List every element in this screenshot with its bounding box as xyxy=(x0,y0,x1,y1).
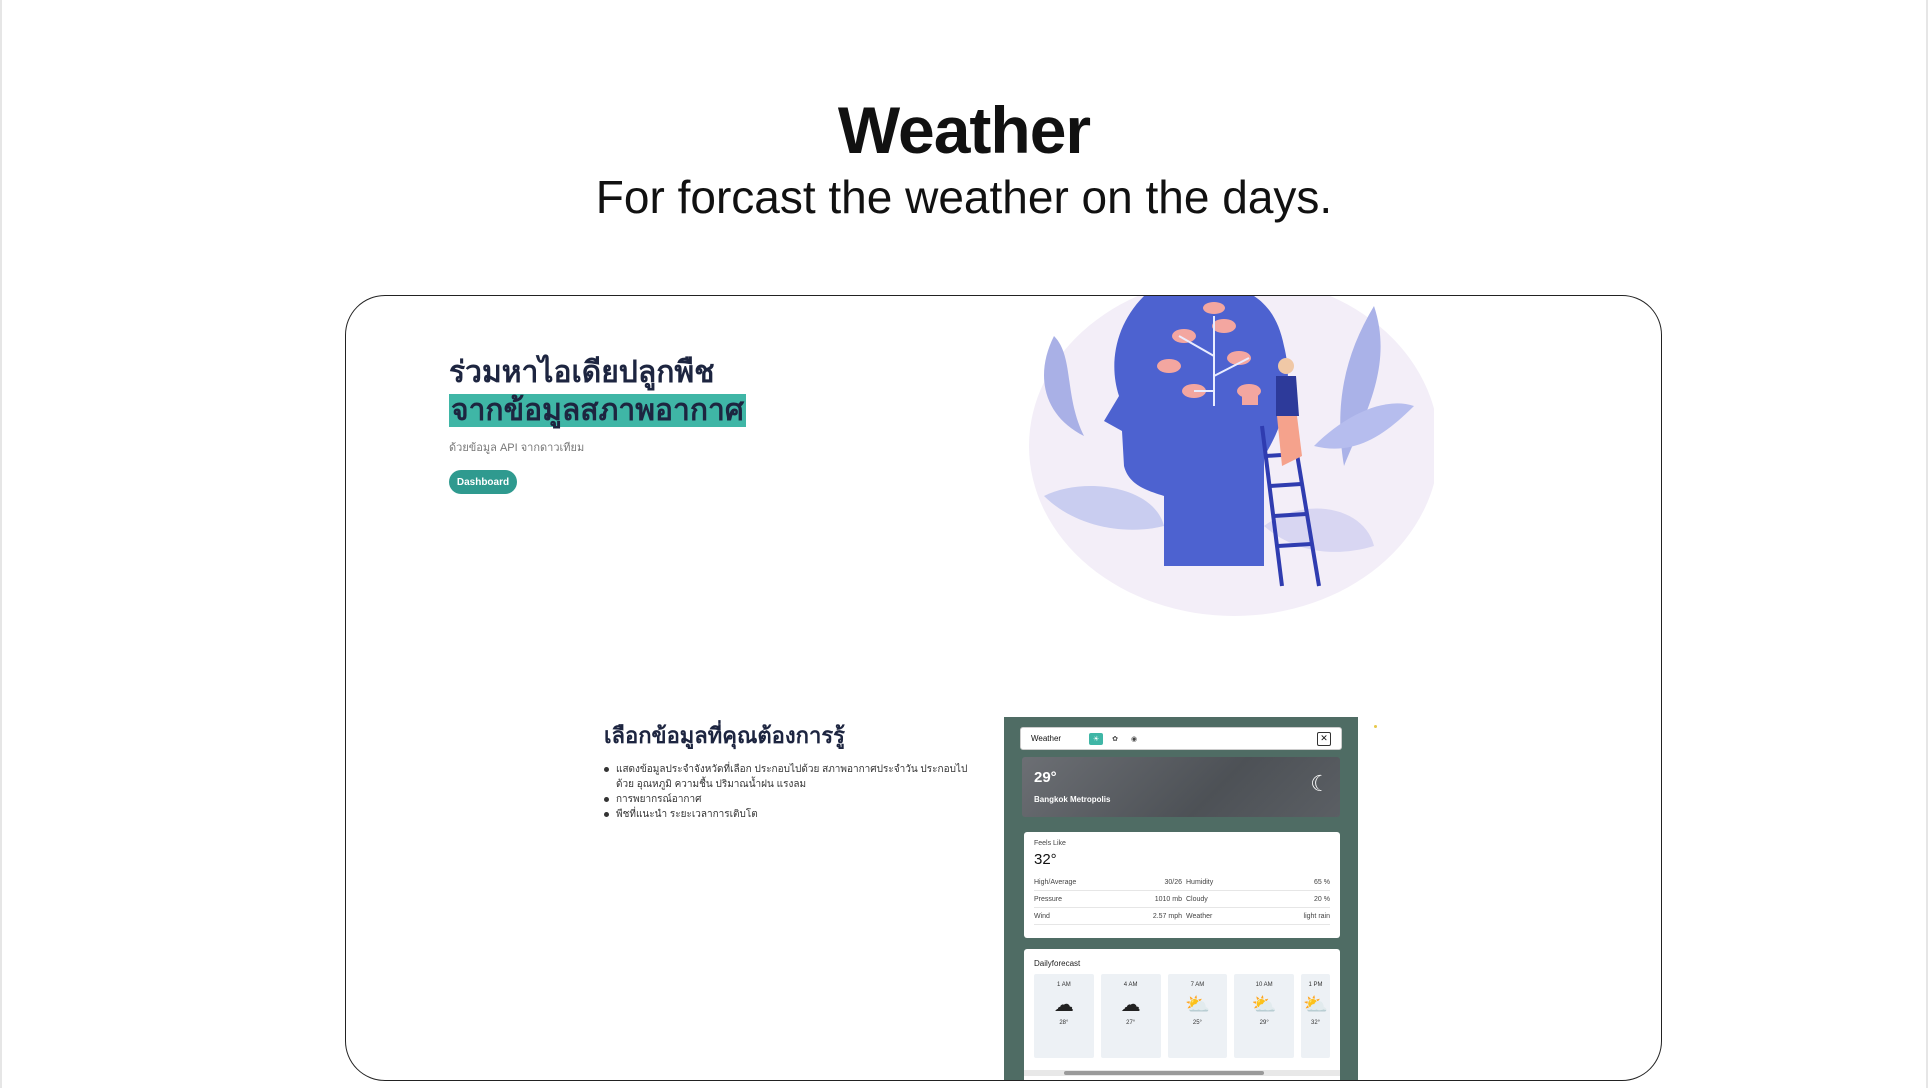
feature-item: การพยากรณ์อากาศ xyxy=(604,792,974,807)
detail-label: Wind xyxy=(1034,912,1050,920)
feature-item: แสดงข้อมูลประจำจังหวัดที่เลือก ประกอบไปด… xyxy=(604,762,974,792)
forecast-temp: 29° xyxy=(1259,1020,1269,1026)
detail-value: 65 % xyxy=(1314,878,1330,886)
page: Weather For forcast the weather on the d… xyxy=(0,0,1928,1088)
plant-icon[interactable]: ✿ xyxy=(1108,732,1123,745)
headline-line1: ร่วมหาไอเดียปลูกพืช xyxy=(449,356,715,389)
detail-label: Cloudy xyxy=(1186,895,1208,903)
forecast-temp: 32° xyxy=(1310,1020,1321,1026)
features-list: แสดงข้อมูลประจำจังหวัดที่เลือก ประกอบไปด… xyxy=(604,762,974,822)
dashboard-button[interactable]: Dashboard xyxy=(449,470,517,494)
cloud-sun-icon: ⛅ xyxy=(1303,994,1328,1016)
forecast-hours[interactable]: 1 AM ☁ 28° 4 AM ☁ 27° 7 AM ⛅ 25° 10 AM ⛅… xyxy=(1034,974,1330,1058)
app-screenshot: Weather ☀ ✿ ◉ ✕ 29° Bangkok Metropolis ☾… xyxy=(1004,717,1358,1080)
app-nav-title: Weather xyxy=(1031,734,1062,743)
plant-head-illustration xyxy=(1029,296,1434,616)
current-weather-banner: 29° Bangkok Metropolis ☾ xyxy=(1022,757,1340,817)
close-icon[interactable]: ✕ xyxy=(1317,731,1331,746)
sun-icon[interactable]: ☀ xyxy=(1089,732,1104,745)
detail-value: 2.57 mph xyxy=(1152,912,1182,920)
detail-label: High/Average xyxy=(1034,878,1077,886)
cloud-moon-icon: ☁ xyxy=(1053,994,1074,1016)
city-name: Bangkok Metropolis xyxy=(1034,795,1111,804)
scrollbar-thumb[interactable] xyxy=(1064,1071,1264,1075)
detail-label: Pressure xyxy=(1034,895,1063,903)
cloud-sun-icon: ⛅ xyxy=(1184,994,1210,1016)
horizontal-scrollbar[interactable] xyxy=(1024,1070,1340,1076)
detail-value: light rain xyxy=(1303,912,1330,920)
details-card: Feels Like 32° High/Average 30/26 Humidi… xyxy=(1024,832,1340,938)
landing-headline: ร่วมหาไอเดียปลูกพืช จากข้อมูลสภาพอากาศ xyxy=(449,354,746,430)
detail-value: 1010 mb xyxy=(1154,895,1182,903)
cloud-sun-icon: ⛅ xyxy=(1251,994,1277,1016)
landing-subtext: ด้วยข้อมูล API จากดาวเทียม xyxy=(449,442,585,454)
detail-value: 20 % xyxy=(1314,895,1330,903)
headline-line2: จากข้อมูลสภาพอากาศ xyxy=(449,394,746,427)
feels-like-value: 32° xyxy=(1034,851,1057,868)
daily-forecast-card: Dailyforecast 1 AM ☁ 28° 4 AM ☁ 27° 7 AM xyxy=(1024,949,1340,1080)
forecast-hour: 7 AM ⛅ 25° xyxy=(1167,974,1228,1058)
forecast-temp: 27° xyxy=(1126,1020,1136,1026)
detail-row: High/Average 30/26 Humidity 65 % xyxy=(1034,874,1330,891)
detail-row: Pressure 1010 mb Cloudy 20 % xyxy=(1034,891,1330,908)
forecast-time: 1 PM xyxy=(1308,982,1323,988)
detail-value: 30/26 xyxy=(1164,878,1182,886)
forecast-hour: 4 AM ☁ 27° xyxy=(1100,974,1161,1058)
forecast-title: Dailyforecast xyxy=(1034,959,1081,968)
feature-item: พืชที่แนะนำ ระยะเวลาการเติบโต xyxy=(604,807,974,822)
detail-label: Weather xyxy=(1186,912,1213,920)
forecast-time: 1 AM xyxy=(1057,982,1071,988)
forecast-time: 10 AM xyxy=(1255,982,1273,988)
night-rain-icon: ☾ xyxy=(1310,771,1330,796)
hero-subtitle: For forcast the weather on the days. xyxy=(595,171,1333,223)
forecast-time: 7 AM xyxy=(1190,982,1205,988)
decorative-dot xyxy=(1374,725,1377,728)
forecast-hour: 1 AM ☁ 28° xyxy=(1034,974,1094,1058)
detail-label: Humidity xyxy=(1186,878,1214,886)
forecast-temp: 28° xyxy=(1059,1020,1069,1026)
forecast-hour: 10 AM ⛅ 29° xyxy=(1234,974,1295,1058)
forecast-temp: 25° xyxy=(1192,1020,1202,1026)
features-title: เลือกข้อมูลที่คุณต้องการรู้ xyxy=(604,723,845,748)
feels-like-label: Feels Like xyxy=(1034,840,1066,847)
current-temp: 29° xyxy=(1034,769,1057,786)
hero-title: Weather xyxy=(837,93,1091,167)
cloud-moon-icon: ☁ xyxy=(1120,994,1141,1016)
forecast-time: 4 AM xyxy=(1123,982,1138,988)
globe-icon[interactable]: ◉ xyxy=(1127,732,1142,745)
website-preview-frame: ร่วมหาไอเดียปลูกพืช จากข้อมูลสภาพอากาศ ด… xyxy=(345,295,1662,1081)
forecast-hour: 1 PM ⛅ 32° xyxy=(1301,974,1330,1058)
app-navbar: Weather ☀ ✿ ◉ ✕ xyxy=(1020,727,1342,750)
detail-row: Wind 2.57 mph Weather light rain xyxy=(1034,908,1330,925)
